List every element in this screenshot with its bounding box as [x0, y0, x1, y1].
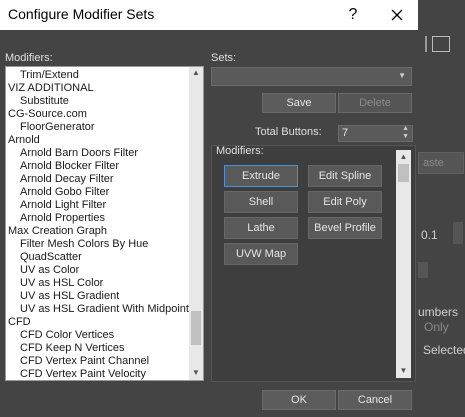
modifier-button[interactable]: Bevel Profile [308, 217, 382, 239]
list-item[interactable]: Arnold Light Filter [6, 199, 189, 212]
list-item[interactable]: CFD Vertex Paint Channel [6, 355, 189, 368]
list-item[interactable]: CFD Vertex Paint Velocity [6, 368, 189, 380]
list-scroll-thumb[interactable] [191, 311, 201, 345]
value-spinner[interactable] [453, 222, 463, 244]
list-item[interactable]: UV as HSL Gradient With Midpoint [6, 303, 189, 316]
paste-label: aste [423, 157, 444, 169]
list-item[interactable]: Substitute [6, 95, 189, 108]
ok-button[interactable]: OK [262, 390, 336, 410]
delete-button[interactable]: Delete [338, 93, 412, 113]
list-item[interactable]: Filter Mesh Colors By Hue [6, 238, 189, 251]
list-item[interactable]: Arnold Decay Filter [6, 173, 189, 186]
help-button[interactable]: ? [340, 4, 366, 26]
close-button[interactable] [384, 4, 410, 26]
sets-combobox[interactable]: ▼ [211, 67, 412, 86]
modifier-button[interactable]: Edit Spline [308, 165, 382, 187]
list-item[interactable]: UV as HSL Gradient [6, 290, 189, 303]
total-buttons-label: Total Buttons: [255, 126, 322, 138]
list-item[interactable]: UV as Color [6, 264, 189, 277]
cancel-button[interactable]: Cancel [338, 390, 412, 410]
numbers-label: umbers [418, 305, 459, 319]
list-item[interactable]: CG-Source.com [6, 108, 189, 121]
modifiers-list-items: Trim/Extend VIZ ADDITIONAL Substitute CG-So… [6, 69, 189, 380]
modifiers-group-label: Modifiers: [216, 145, 264, 157]
sets-label: Sets: [211, 52, 237, 64]
list-item[interactable]: UV as HSL Color [6, 277, 189, 290]
total-buttons-value: 7 [342, 127, 349, 139]
scroll-up-arrow-icon[interactable]: ▲ [189, 67, 203, 79]
list-item[interactable]: CFD Color Vertices [6, 329, 189, 342]
selected-label: Selected [423, 343, 465, 357]
spinner-arrows-icon[interactable]: ▲ ▼ [402, 125, 409, 141]
window-title: Configure Modifier Sets [8, 6, 155, 22]
modifiers-list-label: Modifiers: [5, 52, 53, 64]
list-item[interactable]: QuadScatter [6, 251, 189, 264]
list-item[interactable]: Max Creation Graph [6, 225, 189, 238]
list-item[interactable]: Arnold [6, 134, 189, 147]
paste-button[interactable]: aste [418, 152, 464, 174]
list-scrollbar[interactable]: ▲ ▼ [189, 67, 203, 380]
background-field[interactable] [418, 262, 428, 278]
modifiers-listbox[interactable]: Trim/Extend VIZ ADDITIONAL Substitute CG-So… [5, 66, 204, 381]
modifier-button[interactable]: Lathe [224, 217, 298, 239]
save-button[interactable]: Save [262, 93, 336, 113]
list-item[interactable]: FloorGenerator [6, 121, 189, 134]
total-buttons-spinner[interactable]: 7 ▲ ▼ [338, 125, 413, 142]
modifier-button[interactable]: UVW Map [224, 243, 298, 265]
title-bar: Configure Modifier Sets ? [0, 0, 418, 30]
group-scroll-thumb[interactable] [398, 164, 409, 182]
list-item[interactable]: Arnold Properties [6, 212, 189, 225]
modifier-button[interactable]: Shell [224, 191, 298, 213]
list-item[interactable]: VIZ ADDITIONAL [6, 82, 189, 95]
group-scroll-up-icon[interactable]: ▲ [396, 151, 411, 163]
scroll-down-arrow-icon[interactable]: ▼ [189, 367, 203, 379]
group-scrollbar[interactable]: ▲ ▼ [396, 150, 411, 378]
list-item[interactable]: Arnold Blocker Filter [6, 160, 189, 173]
only-label: Only [424, 320, 449, 334]
toolbar-separator [425, 36, 427, 52]
list-item[interactable]: CFD Keep N Vertices [6, 342, 189, 355]
modifier-button[interactable]: Edit Poly [308, 191, 382, 213]
background-app-top [418, 0, 465, 30]
list-item[interactable]: CFD [6, 316, 189, 329]
list-item[interactable]: Trim/Extend [6, 69, 189, 82]
list-item[interactable]: Arnold Gobo Filter [6, 186, 189, 199]
toolbar-icon[interactable] [432, 36, 450, 52]
group-scroll-down-icon[interactable]: ▼ [396, 365, 411, 377]
value-readout: 0.1 [421, 228, 438, 242]
close-icon [391, 9, 403, 21]
modifier-button[interactable]: Extrude [224, 165, 298, 187]
chevron-down-icon: ▼ [398, 71, 406, 80]
list-item[interactable]: Arnold Barn Doors Filter [6, 147, 189, 160]
